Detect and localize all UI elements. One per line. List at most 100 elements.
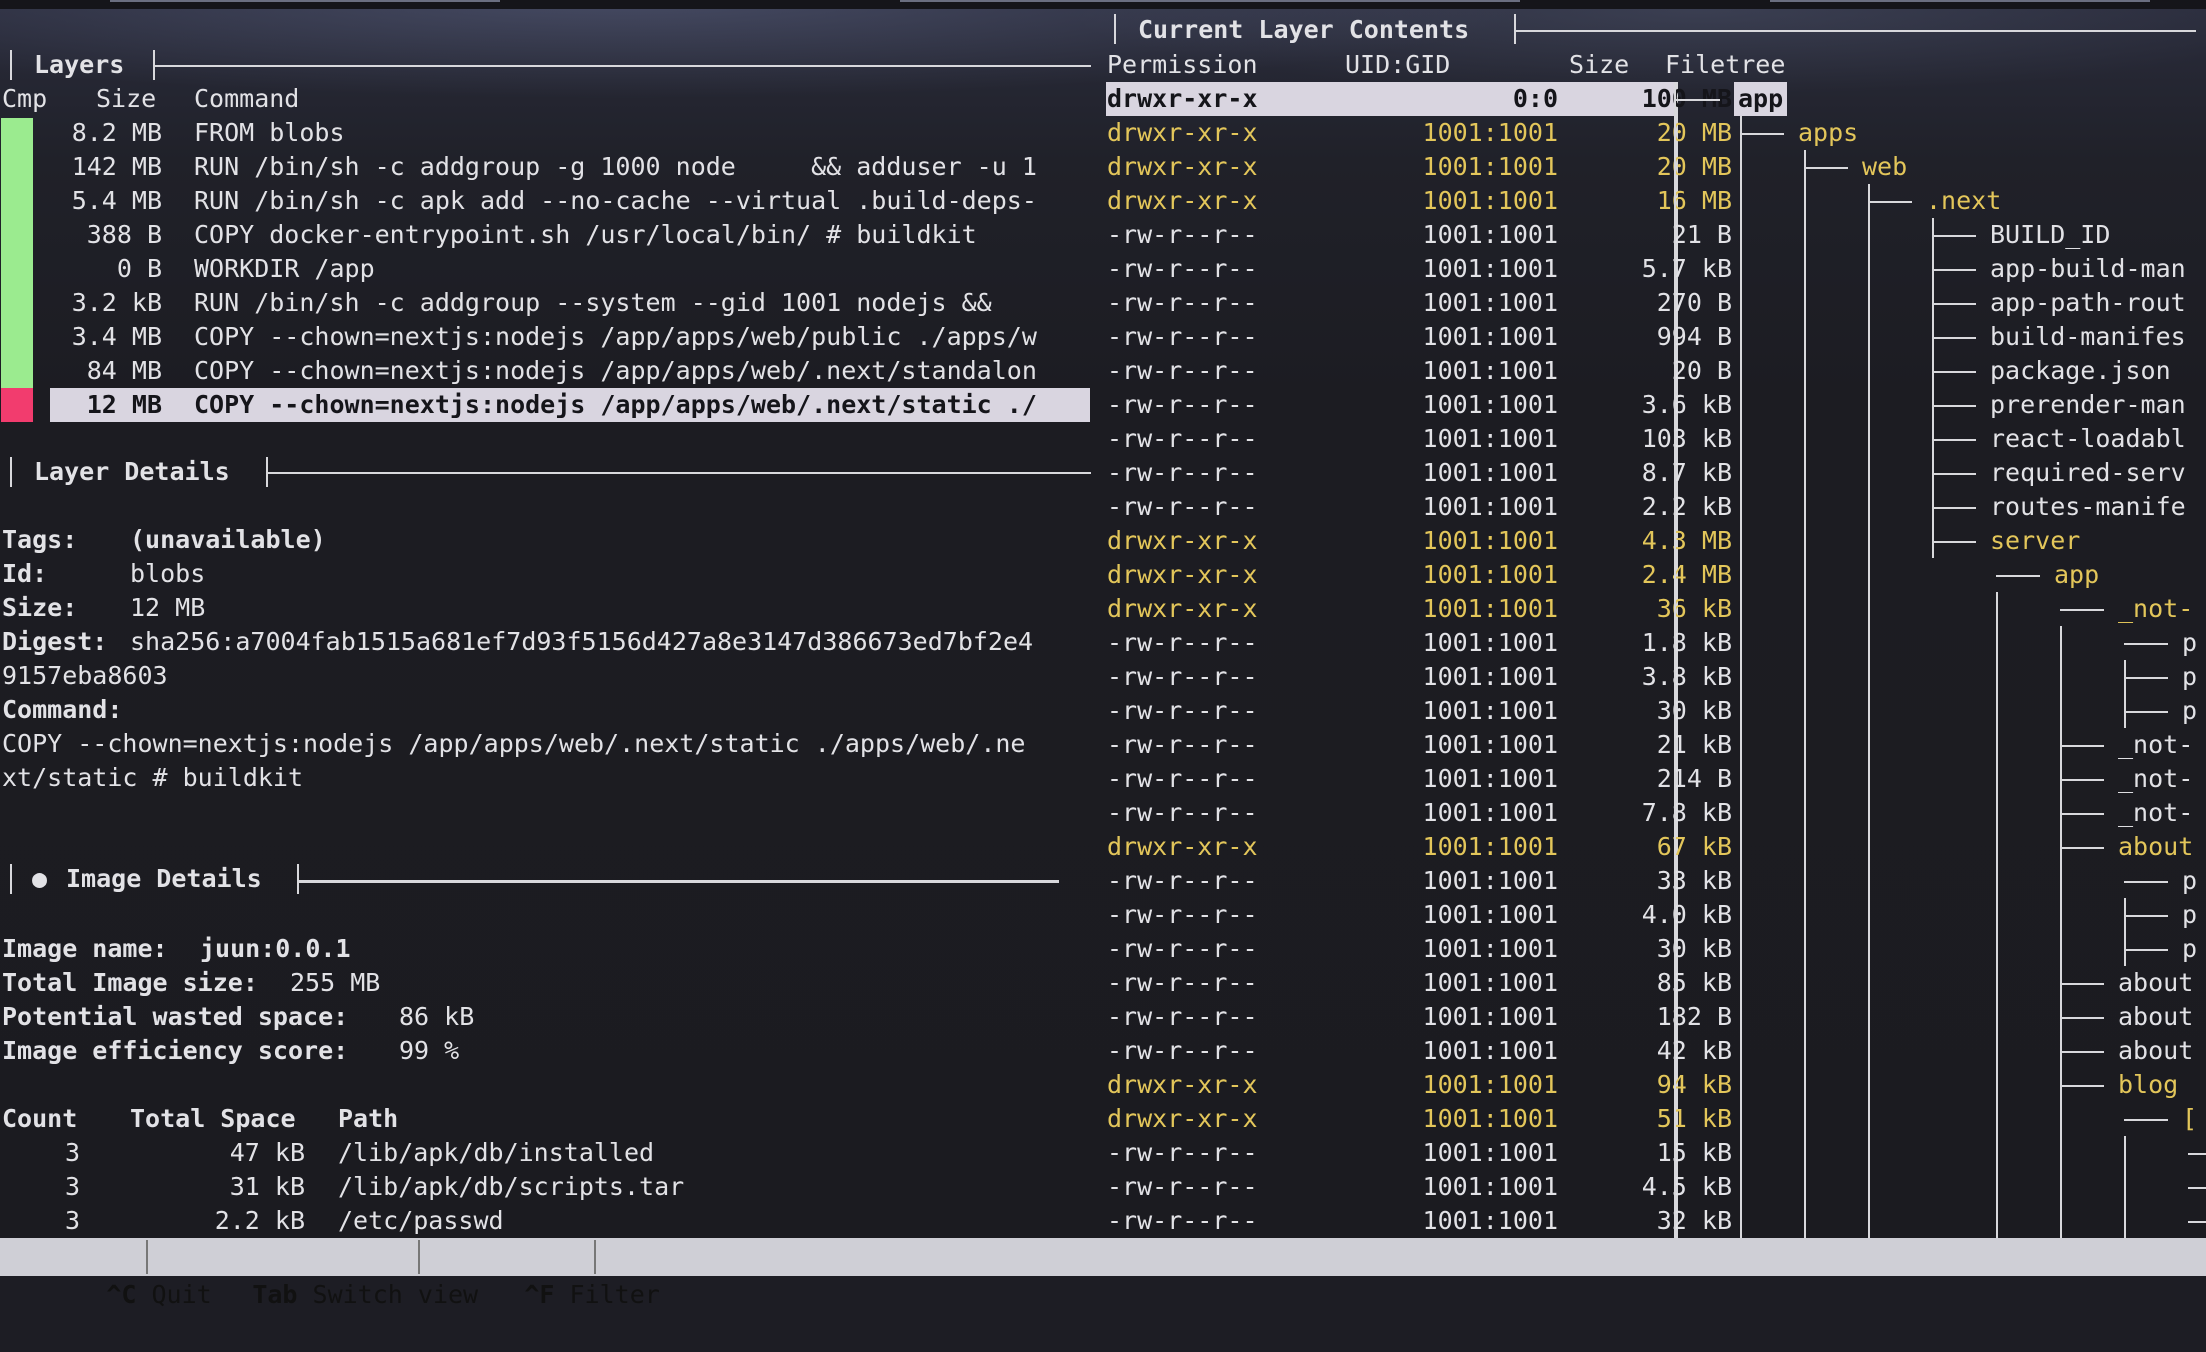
layer-row[interactable]: 84 MB COPY --chown=nextjs:nodejs /app/app… [0, 354, 1092, 388]
file-row[interactable]: -rw-r--r-- 1001:1001 30 kB [1100, 694, 1732, 728]
layers-title: Layers [34, 50, 125, 79]
tree-branch-line [1932, 473, 1976, 475]
tree-branch-line [2124, 915, 2168, 917]
file-row[interactable]: -rw-r--r-- 1001:1001 33 kB [1100, 864, 1732, 898]
file-size: 8.7 kB [1641, 458, 1732, 487]
id-label: Id: [2, 559, 48, 588]
tree-file-name[interactable]: _not- [2118, 796, 2193, 830]
tree-file-name[interactable]: p [2182, 694, 2197, 728]
layer-row[interactable]: 388 B COPY docker-entrypoint.sh /usr/loca… [0, 218, 1092, 252]
tree-folder-name[interactable]: blog [2118, 1068, 2178, 1102]
tree-file-name[interactable]: app-path-rout [1990, 286, 2186, 320]
tree-file-name[interactable]: about [2118, 1034, 2193, 1068]
tree-branch-line [2060, 609, 2104, 611]
layer-command: RUN /bin/sh -c addgroup --system --gid 1… [194, 288, 992, 317]
file-row[interactable]: -rw-r--r-- 1001:1001 3.6 kB [1100, 388, 1732, 422]
tree-folder-name[interactable]: .next [1926, 184, 2001, 218]
file-row[interactable]: -rw-r--r-- 1001:1001 15 kB [1100, 1136, 1732, 1170]
file-permission: drwxr-xr-x [1107, 526, 1258, 555]
file-row[interactable]: drwxr-xr-x 1001:1001 36 kB [1100, 592, 1732, 626]
tree-file-name[interactable]: p [2182, 660, 2197, 694]
tree-folder-name[interactable]: about [2118, 830, 2193, 864]
tree-file-name[interactable]: p [2182, 932, 2197, 966]
file-row[interactable]: drwxr-xr-x 1001:1001 4.3 MB [1100, 524, 1732, 558]
file-row[interactable]: -rw-r--r-- 1001:1001 85 kB [1100, 966, 1732, 1000]
file-row[interactable]: -rw-r--r-- 1001:1001 270 B [1100, 286, 1732, 320]
file-row[interactable]: drwxr-xr-x 1001:1001 67 kB [1100, 830, 1732, 864]
tree-branch-line [2060, 1085, 2104, 1087]
tree-file-name[interactable]: prerender-man [1990, 388, 2186, 422]
file-row[interactable]: drwxr-xr-x 1001:1001 20 MB [1100, 150, 1732, 184]
file-size: 103 kB [1641, 424, 1732, 453]
file-row[interactable]: -rw-r--r-- 1001:1001 8.7 kB [1100, 456, 1732, 490]
tree-file-name[interactable]: _not- [2118, 728, 2193, 762]
layer-row[interactable]: 5.4 MB RUN /bin/sh -c apk add --no-cache … [0, 184, 1092, 218]
tree-file-name[interactable]: build-manifes [1990, 320, 2186, 354]
file-row[interactable]: -rw-r--r-- 1001:1001 32 kB [1100, 1204, 1732, 1238]
file-row[interactable]: -rw-r--r-- 1001:1001 2.2 kB [1100, 490, 1732, 524]
tree-file-name[interactable]: p [2182, 864, 2197, 898]
file-row[interactable]: -rw-r--r-- 1001:1001 4.0 kB [1100, 898, 1732, 932]
switch-view-shortcut[interactable]: Tab Switch view [162, 1238, 478, 1309]
tree-file-name[interactable]: about [2118, 966, 2193, 1000]
file-row[interactable]: -rw-r--r-- 1001:1001 42 kB [1100, 1034, 1732, 1068]
tree-file-name[interactable]: routes-manife [1990, 490, 2186, 524]
file-permission: -rw-r--r-- [1107, 1206, 1258, 1235]
layer-row[interactable]: 142 MB RUN /bin/sh -c addgroup -g 1000 no… [0, 150, 1092, 184]
file-row-selected[interactable]: drwxr-xr-x 0:0 100 MB [1100, 82, 1732, 116]
tree-file-name[interactable]: p [2182, 626, 2197, 660]
file-row[interactable]: -rw-r--r-- 1001:1001 21 B [1100, 218, 1732, 252]
tree-folder-name[interactable]: apps [1798, 116, 1858, 150]
file-row[interactable]: -rw-r--r-- 1001:1001 5.7 kB [1100, 252, 1732, 286]
file-row[interactable]: -rw-r--r-- 1001:1001 20 B [1100, 354, 1732, 388]
file-size: 36 kB [1656, 594, 1732, 623]
layer-row[interactable]: 8.2 MB FROM blobs [0, 116, 1092, 150]
details-title-left-bracket [10, 457, 12, 487]
file-row[interactable]: -rw-r--r-- 1001:1001 7.8 kB [1100, 796, 1732, 830]
file-row[interactable]: -rw-r--r-- 1001:1001 1.8 kB [1100, 626, 1732, 660]
tree-file-name[interactable]: react-loadabl [1990, 422, 2186, 456]
tree-file-name[interactable]: BUILD_ID [1990, 218, 2110, 252]
layer-row[interactable]: 0 B WORKDIR /app [0, 252, 1092, 286]
tree-folder-name[interactable]: web [1862, 150, 1907, 184]
layer-size: 8.2 MB [71, 118, 162, 147]
tree-folder-name[interactable]: server [1990, 524, 2080, 558]
file-size: 21 B [1671, 220, 1732, 249]
tree-folder-name[interactable]: app [1734, 82, 1788, 116]
file-row[interactable]: drwxr-xr-x 1001:1001 94 kB [1100, 1068, 1732, 1102]
file-row[interactable]: -rw-r--r-- 1001:1001 21 kB [1100, 728, 1732, 762]
file-row[interactable]: -rw-r--r-- 1001:1001 214 B [1100, 762, 1732, 796]
file-row[interactable]: drwxr-xr-x 1001:1001 20 MB [1100, 116, 1732, 150]
tree-file-name[interactable]: app-build-man [1990, 252, 2186, 286]
file-row[interactable]: -rw-r--r-- 1001:1001 30 kB [1100, 932, 1732, 966]
layer-row[interactable]: 3.4 MB COPY --chown=nextjs:nodejs /app/ap… [0, 320, 1092, 354]
file-row[interactable]: -rw-r--r-- 1001:1001 4.5 kB [1100, 1170, 1732, 1204]
layer-row-selected[interactable]: 12 MB COPY --chown=nextjs:nodejs /app/app… [0, 388, 1092, 422]
layer-row[interactable]: 3.2 kB RUN /bin/sh -c addgroup --system -… [0, 286, 1092, 320]
file-size: 4.5 kB [1641, 1172, 1732, 1201]
tree-file-name[interactable]: p [2182, 898, 2197, 932]
file-size: 20 MB [1656, 118, 1732, 147]
tree-branch-line [1804, 167, 1848, 169]
tree-guide-line [2124, 898, 2126, 966]
tree-branch-line [2124, 949, 2168, 951]
tree-folder-name[interactable]: _not- [2118, 592, 2193, 626]
file-row[interactable]: -rw-r--r-- 1001:1001 3.8 kB [1100, 660, 1732, 694]
tree-file-name[interactable]: required-serv [1990, 456, 2186, 490]
tree-file-name[interactable]: _not- [2118, 762, 2193, 796]
tree-file-name[interactable]: about [2118, 1000, 2193, 1034]
tree-folder-name[interactable]: [ [2182, 1102, 2197, 1136]
file-row[interactable]: -rw-r--r-- 1001:1001 103 kB [1100, 422, 1732, 456]
file-permission: -rw-r--r-- [1107, 662, 1258, 691]
file-row[interactable]: drwxr-xr-x 1001:1001 51 kB [1100, 1102, 1732, 1136]
file-row[interactable]: drwxr-xr-x 1001:1001 2.4 MB [1100, 558, 1732, 592]
tree-folder-name[interactable]: app [2054, 558, 2099, 592]
tree-file-name[interactable]: package.json [1990, 354, 2171, 388]
file-size: 85 kB [1656, 968, 1732, 997]
file-row[interactable]: -rw-r--r-- 1001:1001 182 B [1100, 1000, 1732, 1034]
filter-shortcut[interactable]: ^F Filter [434, 1238, 659, 1309]
file-size: 1.8 kB [1641, 628, 1732, 657]
file-size: 4.3 MB [1641, 526, 1732, 555]
file-row[interactable]: drwxr-xr-x 1001:1001 16 MB [1100, 184, 1732, 218]
file-row[interactable]: -rw-r--r-- 1001:1001 994 B [1100, 320, 1732, 354]
